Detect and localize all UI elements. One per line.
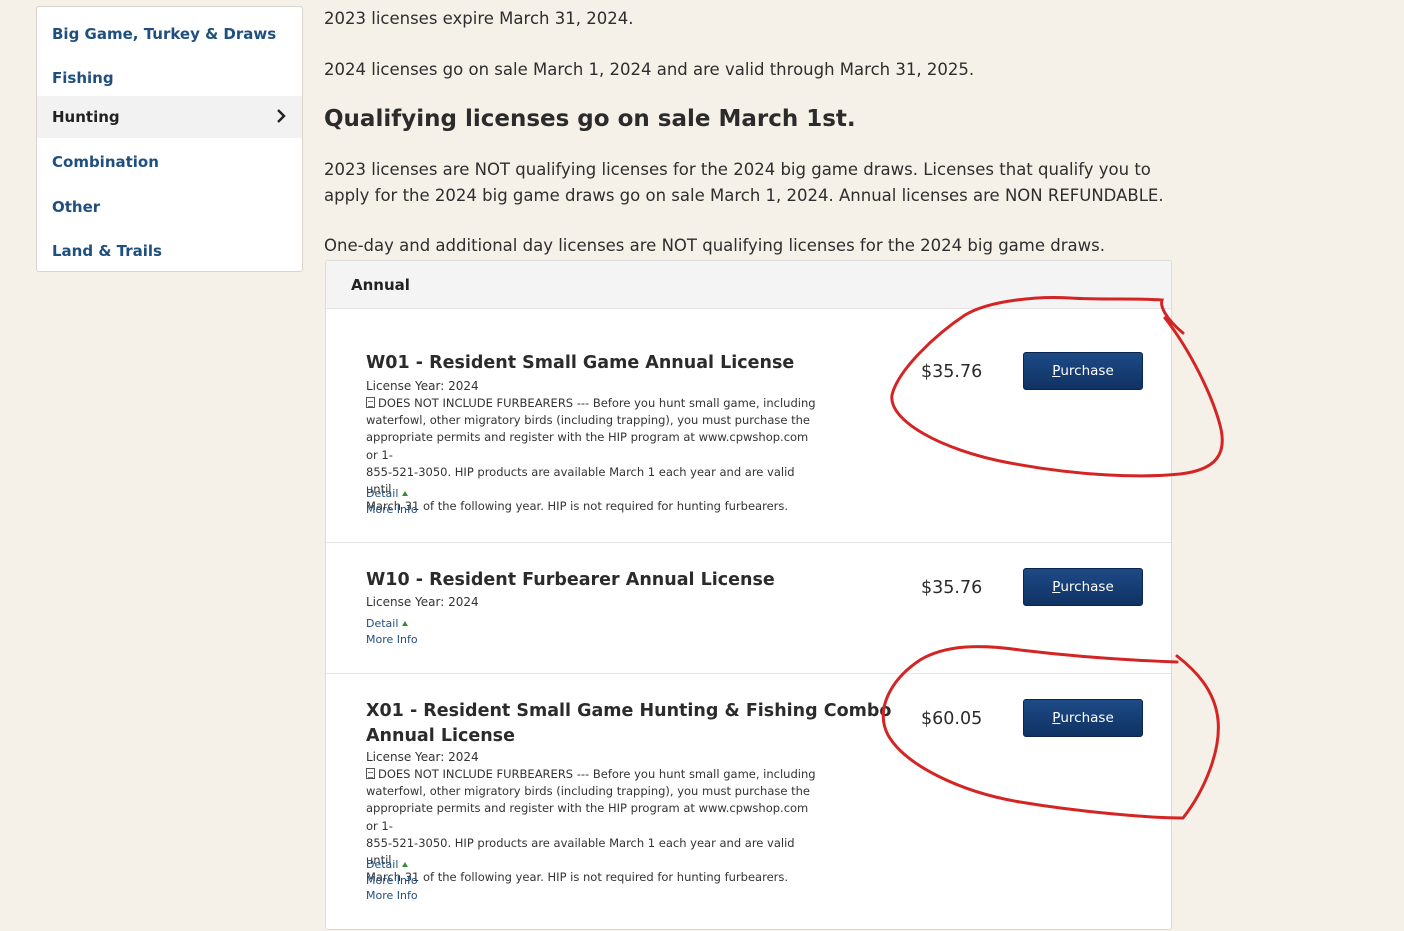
qualifying-heading: Qualifying licenses go on sale March 1st…: [324, 106, 856, 132]
license-category-sidebar: Big Game, Turkey & Draws Fishing Hunting…: [36, 6, 303, 272]
license-title: W10 - Resident Furbearer Annual License: [366, 570, 775, 590]
sidebar-item-label: Big Game, Turkey & Draws: [52, 25, 277, 43]
license-description: DOES NOT INCLUDE FURBEARERS --- Before y…: [366, 395, 816, 515]
purchase-label: urchase: [1060, 363, 1114, 379]
triangle-up-icon: [402, 491, 409, 496]
sidebar-item-combination[interactable]: Combination: [37, 141, 302, 183]
chevron-right-icon: [277, 109, 286, 123]
sidebar-item-hunting[interactable]: Hunting: [37, 96, 302, 138]
sale-notice: 2024 licenses go on sale March 1, 2024 a…: [324, 60, 975, 79]
more-info-link[interactable]: More Info: [366, 889, 418, 902]
description-line: DOES NOT INCLUDE FURBEARERS --- Before y…: [378, 396, 816, 410]
panel-header: Annual: [326, 261, 1171, 309]
triangle-up-icon: [402, 621, 409, 626]
purchase-button[interactable]: Purchase: [1023, 699, 1143, 737]
sidebar-item-fishing[interactable]: Fishing: [37, 57, 302, 99]
document-icon: [366, 768, 375, 779]
sidebar-item-label: Land & Trails: [52, 242, 162, 260]
sidebar-item-label: Combination: [52, 153, 159, 171]
license-row-x01: X01 - Resident Small Game Hunting & Fish…: [326, 674, 1171, 931]
description-line: DOES NOT INCLUDE FURBEARERS --- Before y…: [378, 767, 816, 781]
description-line: appropriate permits and register with th…: [366, 801, 809, 833]
sidebar-item-big-game[interactable]: Big Game, Turkey & Draws: [37, 13, 302, 55]
description-line: waterfowl, other migratory birds (includ…: [366, 413, 810, 428]
detail-label: Detail: [366, 858, 399, 871]
purchase-button[interactable]: Purchase: [1023, 568, 1143, 606]
purchase-label: urchase: [1060, 710, 1114, 726]
license-row-w10: W10 - Resident Furbearer Annual License …: [326, 543, 1171, 674]
more-info-link[interactable]: More Info: [366, 874, 418, 887]
license-title-line: Annual License: [366, 726, 515, 746]
description-line: March 31 of the following year. HIP is n…: [366, 870, 789, 885]
purchase-accesskey: P: [1052, 710, 1061, 726]
qualifying-paragraph-line-1: 2023 licenses are NOT qualifying license…: [324, 160, 1151, 179]
license-price: $35.76: [921, 578, 983, 598]
detail-link[interactable]: Detail: [366, 858, 409, 871]
triangle-up-icon: [402, 862, 409, 867]
description-line: appropriate permits and register with th…: [366, 430, 809, 462]
purchase-accesskey: P: [1052, 363, 1061, 379]
detail-link[interactable]: Detail: [366, 487, 409, 500]
sidebar-item-label: Hunting: [52, 108, 120, 126]
purchase-accesskey: P: [1052, 579, 1061, 595]
description-line: 855-521-3050. HIP products are available…: [366, 835, 795, 868]
license-title: X01 - Resident Small Game Hunting & Fish…: [366, 699, 891, 749]
qualifying-paragraph-line-2: apply for the 2024 big game draws go on …: [324, 186, 1164, 205]
sidebar-item-other[interactable]: Other: [37, 186, 302, 228]
document-icon: [366, 397, 375, 408]
license-year: License Year: 2024: [366, 750, 479, 764]
sidebar-item-land-trails[interactable]: Land & Trails: [37, 230, 302, 272]
description-line: March 31 of the following year. HIP is n…: [366, 499, 789, 514]
description-line: 855-521-3050. HIP products are available…: [366, 464, 795, 497]
sidebar-item-label: Fishing: [52, 69, 114, 87]
license-price: $60.05: [921, 709, 983, 729]
license-title: W01 - Resident Small Game Annual License: [366, 353, 795, 373]
more-info-link[interactable]: More Info: [366, 633, 418, 646]
license-row-w01: W01 - Resident Small Game Annual License…: [326, 309, 1171, 543]
license-year: License Year: 2024: [366, 379, 479, 393]
purchase-label: urchase: [1060, 579, 1114, 595]
detail-label: Detail: [366, 487, 399, 500]
license-year: License Year: 2024: [366, 595, 479, 609]
detail-link[interactable]: Detail: [366, 617, 409, 630]
license-title-line: X01 - Resident Small Game Hunting & Fish…: [366, 701, 892, 721]
sidebar-item-label: Other: [52, 198, 101, 216]
more-info-link[interactable]: More Info: [366, 503, 418, 516]
expiry-notice: 2023 licenses expire March 31, 2024.: [324, 9, 634, 28]
annual-licenses-panel: Annual W01 - Resident Small Game Annual …: [325, 260, 1172, 930]
description-line: waterfowl, other migratory birds (includ…: [366, 784, 810, 799]
purchase-button[interactable]: Purchase: [1023, 352, 1143, 390]
license-description: DOES NOT INCLUDE FURBEARERS --- Before y…: [366, 766, 816, 886]
detail-label: Detail: [366, 617, 399, 630]
license-price: $35.76: [921, 362, 983, 382]
one-day-notice: One-day and additional day licenses are …: [324, 236, 1105, 255]
